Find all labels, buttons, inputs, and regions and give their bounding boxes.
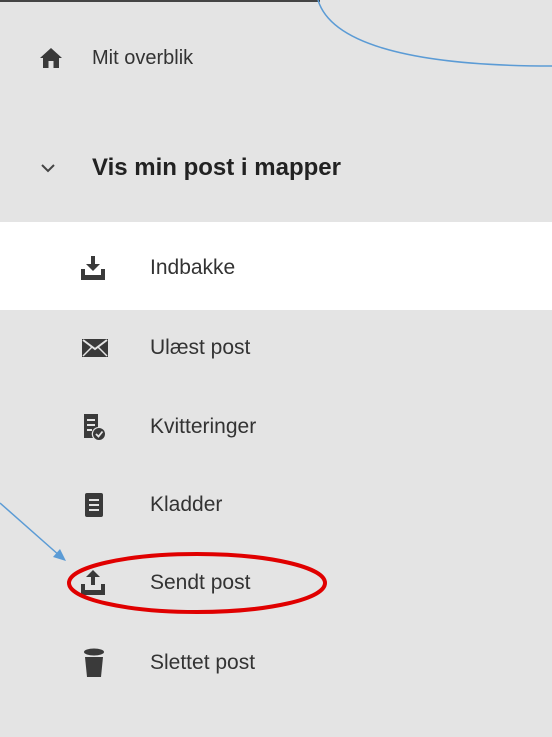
chevron-down-icon <box>33 153 63 183</box>
folder-item-unread[interactable]: Ulæst post <box>0 308 552 388</box>
folder-item-drafts[interactable]: Kladder <box>0 465 552 545</box>
inbox-download-icon <box>78 253 108 283</box>
folder-item-label: Kladder <box>150 493 223 516</box>
folder-item-label: Sendt post <box>150 571 251 594</box>
nav-item-overview-label: Mit overblik <box>92 46 194 69</box>
folders-toggle-header[interactable]: Vis min post i mapper <box>0 128 552 208</box>
folder-item-receipts[interactable]: Kvitteringer <box>0 387 552 467</box>
outbox-upload-icon <box>78 568 108 598</box>
folder-sidebar: Mit overblik Vis min post i mapper Indba… <box>0 0 552 737</box>
receipt-check-icon <box>79 412 109 442</box>
draft-document-icon <box>79 490 109 520</box>
folder-item-inbox[interactable]: Indbakke <box>0 228 552 308</box>
folder-item-deleted[interactable]: Slettet post <box>0 623 552 703</box>
folder-item-label: Slettet post <box>150 651 256 674</box>
top-border <box>0 0 320 2</box>
nav-item-overview[interactable]: Mit overblik <box>0 18 552 98</box>
folder-item-label: Ulæst post <box>150 336 251 359</box>
trash-icon <box>79 648 109 678</box>
folder-item-label: Indbakke <box>150 256 236 279</box>
envelope-icon <box>80 333 110 363</box>
folder-item-label: Kvitteringer <box>150 415 257 438</box>
folder-item-sent[interactable]: Sendt post <box>0 543 552 623</box>
folders-header-title: Vis min post i mapper <box>92 154 341 181</box>
home-icon <box>36 43 66 73</box>
